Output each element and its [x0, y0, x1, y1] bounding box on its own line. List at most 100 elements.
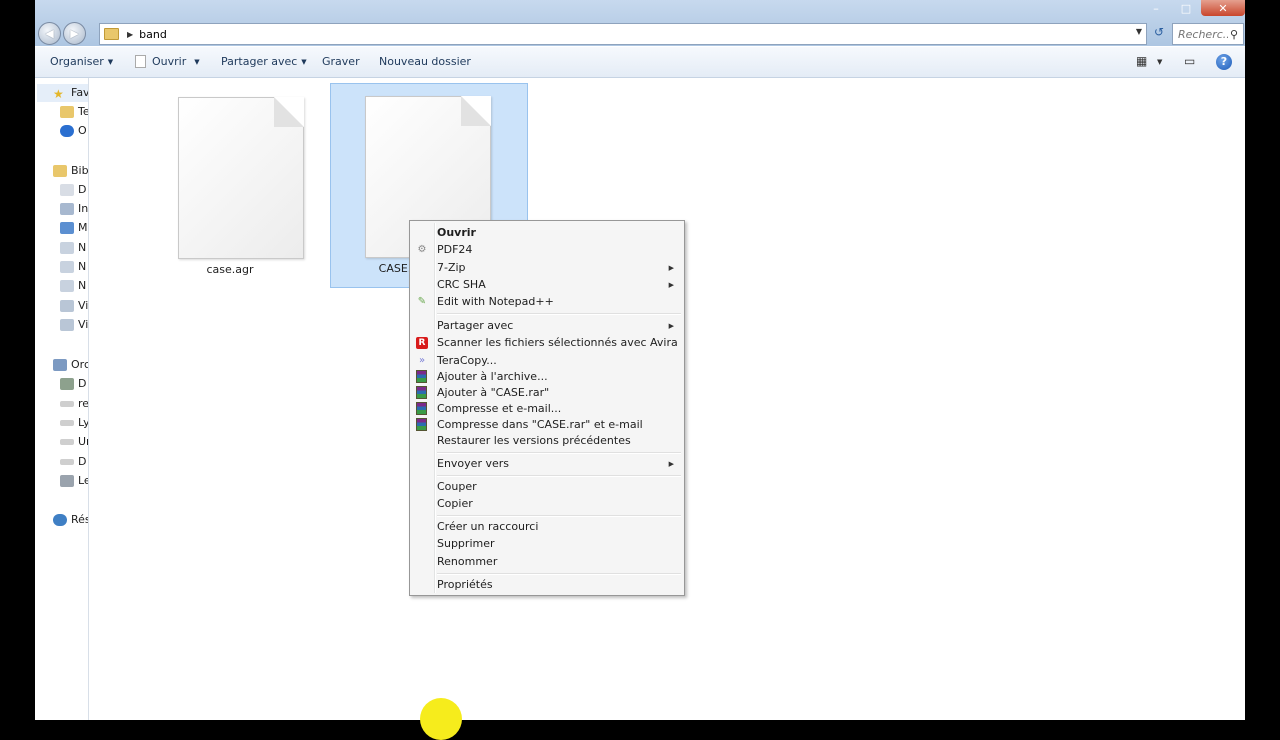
- nav-fav-item[interactable]: O: [60, 124, 87, 137]
- breadcrumb-arrow-icon[interactable]: ▶: [127, 30, 133, 39]
- page-fold: [274, 97, 304, 127]
- nav-lib-item[interactable]: Vi: [60, 299, 88, 312]
- menu-item-notepadpp[interactable]: ✎ Edit with Notepad++: [412, 293, 682, 310]
- menu-separator: [437, 573, 681, 575]
- nav-label: Orc: [71, 358, 89, 371]
- menu-item-label: 7-Zip: [437, 261, 466, 274]
- nav-label: Fav: [71, 86, 89, 99]
- library-folder-icon: [60, 260, 74, 273]
- nav-lib-item[interactable]: Vi: [60, 318, 88, 331]
- pictures-icon: [60, 202, 74, 215]
- share-button[interactable]: Partager avec ▼: [221, 55, 307, 68]
- menu-item-compress-case-email[interactable]: Compresse dans "CASE.rar" et e-mail: [412, 416, 682, 433]
- teracopy-icon: »: [418, 355, 426, 366]
- music-icon: [60, 221, 74, 234]
- nav-drive-item[interactable]: Le: [60, 474, 88, 487]
- winrar-icon: [416, 386, 427, 399]
- nav-lib-item[interactable]: In: [60, 202, 88, 215]
- menu-item-add-archive[interactable]: Ajouter à l'archive...: [412, 368, 682, 385]
- file-item-case-agr[interactable]: case.agr: [131, 84, 329, 289]
- open-label: Ouvrir: [152, 55, 187, 68]
- menu-item-compress-email[interactable]: Compresse et e-mail...: [412, 400, 682, 417]
- menu-item-label: TeraCopy...: [437, 354, 497, 367]
- open-button[interactable]: Ouvrir ▼: [135, 55, 200, 68]
- search-box[interactable]: ⚲: [1172, 23, 1244, 45]
- chevron-down-icon: ▼: [107, 57, 114, 66]
- videos-icon: [60, 299, 74, 312]
- address-dropdown-icon[interactable]: ▼: [1136, 27, 1142, 36]
- nav-drive-item[interactable]: Ur: [60, 435, 88, 448]
- nav-lib-item[interactable]: M: [60, 221, 88, 234]
- maximize-button[interactable]: □: [1171, 0, 1201, 16]
- nav-label: N: [78, 260, 87, 273]
- menu-item-copy[interactable]: Copier: [412, 495, 682, 512]
- nav-drive-item[interactable]: D: [60, 377, 86, 390]
- menu-item-label: Propriétés: [437, 578, 493, 591]
- help-icon[interactable]: ?: [1216, 54, 1232, 70]
- address-bar[interactable]: ▶ band ▼: [99, 23, 1147, 45]
- menu-item-teracopy[interactable]: » TeraCopy...: [412, 352, 682, 369]
- nav-computer[interactable]: Orc: [53, 358, 89, 371]
- navigation-pane: ★ Fav Te O Bib D In M N N N Vi Vi Orc D r…: [35, 78, 89, 720]
- nav-fav-item[interactable]: Te: [60, 105, 88, 118]
- change-view-icon[interactable]: ▦: [1136, 54, 1147, 68]
- new-folder-button[interactable]: Nouveau dossier: [379, 55, 471, 68]
- menu-item-share[interactable]: Partager avec ▶: [412, 317, 682, 334]
- back-button[interactable]: ◀: [38, 22, 61, 45]
- menu-item-7zip[interactable]: 7-Zip ▶: [412, 259, 682, 276]
- window-controls: – □ ✕: [1141, 0, 1245, 18]
- menu-item-label: Ouvrir: [437, 226, 476, 239]
- minimize-button[interactable]: –: [1141, 0, 1171, 16]
- videos-icon: [60, 318, 74, 331]
- menu-item-pdf24[interactable]: ⚙ PDF24: [412, 241, 682, 258]
- nav-libraries[interactable]: Bib: [53, 164, 89, 177]
- menu-item-label: Edit with Notepad++: [437, 295, 554, 308]
- close-button[interactable]: ✕: [1201, 0, 1245, 16]
- menu-item-add-case-rar[interactable]: Ajouter à "CASE.rar": [412, 384, 682, 401]
- menu-item-avira[interactable]: R Scanner les fichiers sélectionnés avec …: [412, 334, 682, 351]
- menu-item-crc-sha[interactable]: CRC SHA ▶: [412, 276, 682, 293]
- menu-item-properties[interactable]: Propriétés: [412, 576, 682, 593]
- menu-item-open[interactable]: Ouvrir: [412, 224, 682, 241]
- menu-item-send-to[interactable]: Envoyer vers ▶: [412, 455, 682, 472]
- nav-label: N: [78, 279, 87, 292]
- nav-lib-item[interactable]: N: [60, 241, 86, 254]
- search-input[interactable]: [1178, 27, 1228, 41]
- nav-drive-item[interactable]: D: [60, 455, 86, 468]
- nav-label: Ur: [78, 435, 88, 448]
- forward-button[interactable]: ▶: [63, 22, 86, 45]
- menu-item-label: Couper: [437, 480, 477, 493]
- nav-lib-item[interactable]: N: [60, 260, 86, 273]
- nav-label: Bib: [71, 164, 89, 177]
- menu-item-label: Partager avec: [437, 319, 514, 332]
- menu-item-restore-versions[interactable]: Restaurer les versions précédentes: [412, 432, 682, 449]
- folder-icon: [60, 105, 74, 118]
- burn-button[interactable]: Graver: [322, 55, 360, 68]
- search-icon[interactable]: ⚲: [1230, 28, 1238, 41]
- blank-file-icon: [178, 97, 304, 259]
- menu-item-label: Compresse et e-mail...: [437, 402, 562, 415]
- menu-item-cut[interactable]: Couper: [412, 478, 682, 495]
- menu-item-delete[interactable]: Supprimer: [412, 535, 682, 552]
- chevron-down-icon: ▼: [194, 57, 200, 66]
- documents-icon: [60, 183, 74, 196]
- menu-item-rename[interactable]: Renommer: [412, 553, 682, 570]
- nav-lib-item[interactable]: N: [60, 279, 86, 292]
- preview-pane-icon[interactable]: ▭: [1184, 54, 1195, 68]
- refresh-icon[interactable]: ↺: [1149, 25, 1169, 42]
- new-folder-label: Nouveau dossier: [379, 55, 471, 68]
- breadcrumb-folder[interactable]: band: [139, 28, 167, 41]
- avira-icon: R: [416, 336, 428, 349]
- view-options-icon[interactable]: ▼: [1157, 58, 1162, 66]
- organize-button[interactable]: Organiser ▼: [50, 55, 113, 68]
- menu-separator: [437, 313, 681, 315]
- network-drive-icon: [60, 438, 74, 445]
- nav-network[interactable]: Rés: [53, 513, 88, 526]
- nav-drive-item[interactable]: re: [60, 397, 88, 410]
- nav-label: Vi: [78, 318, 89, 331]
- network-drive-icon: [60, 400, 74, 407]
- nav-favorites[interactable]: ★ Fav: [53, 86, 89, 101]
- menu-item-create-shortcut[interactable]: Créer un raccourci: [412, 518, 682, 535]
- nav-lib-item[interactable]: D: [60, 183, 86, 196]
- nav-drive-item[interactable]: Ly: [60, 416, 88, 429]
